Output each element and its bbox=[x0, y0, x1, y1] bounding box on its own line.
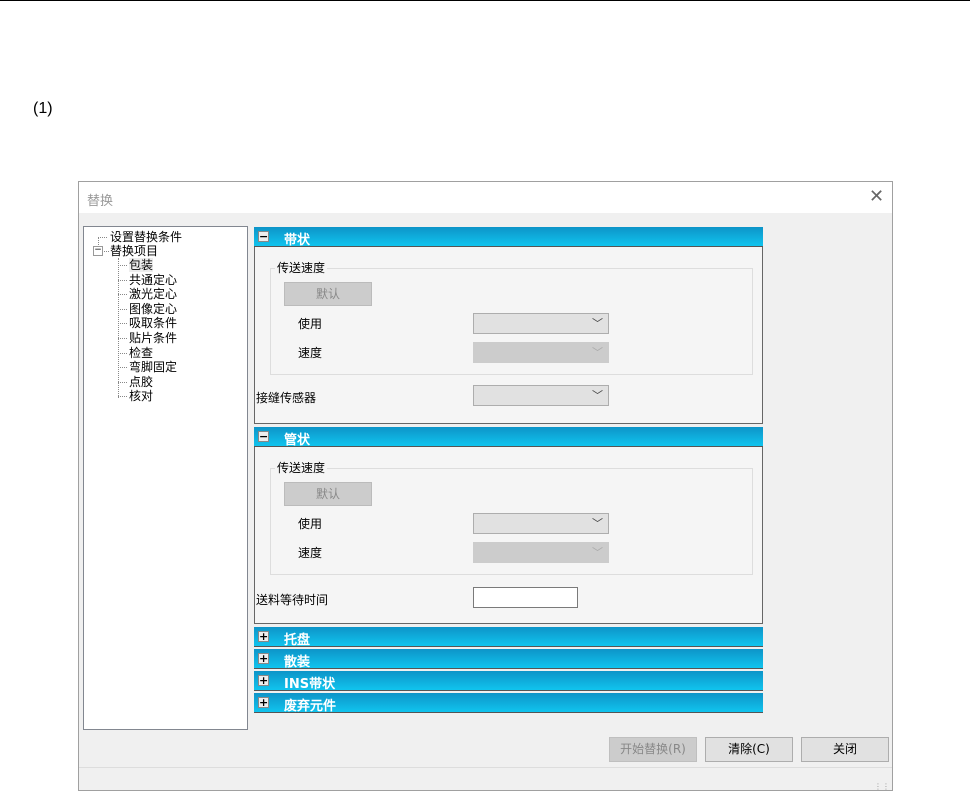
top-rule bbox=[0, 0, 970, 1]
speed-combo[interactable]: ﹀ bbox=[473, 342, 609, 363]
tree-item[interactable]: 吸取条件 bbox=[129, 316, 177, 330]
tree-item[interactable]: 贴片条件 bbox=[129, 331, 177, 345]
tree-item[interactable]: 激光定心 bbox=[129, 287, 177, 301]
chevron-down-icon: ﹀ bbox=[592, 517, 603, 530]
close-icon[interactable]: ✕ bbox=[869, 186, 884, 207]
section-body-0: 传送速度 默认 使用 ﹀ 速度 ﹀ 接缝传感器 ﹀ bbox=[254, 247, 763, 424]
section-header-3[interactable]: + 散装 bbox=[254, 649, 763, 670]
section-header-0[interactable]: − 带状 bbox=[254, 227, 763, 248]
tree-line bbox=[118, 367, 127, 369]
collapse-icon[interactable]: − bbox=[258, 431, 269, 442]
tree-view[interactable]: 设置替换条件 − 替换项目 包装 共通定心 激光定心 图像定心 吸取条件 贴片条… bbox=[83, 226, 248, 730]
section-header-2[interactable]: + 托盘 bbox=[254, 627, 763, 648]
splice-sensor-combo[interactable]: ﹀ bbox=[473, 385, 609, 406]
use-label: 使用 bbox=[298, 317, 323, 331]
chevron-down-icon: ﹀ bbox=[592, 389, 603, 402]
tree-item[interactable]: 图像定心 bbox=[129, 302, 177, 316]
tree-item-set-conditions[interactable]: 设置替换条件 bbox=[110, 230, 182, 244]
start-replace-button[interactable]: 开始替换(R) bbox=[609, 737, 697, 762]
section-body-1: 传送速度 默认 使用 ﹀ 速度 ﹀ 送料等待时间 bbox=[254, 447, 763, 624]
collapse-icon[interactable]: − bbox=[93, 246, 103, 256]
clear-button[interactable]: 清除(C) bbox=[705, 737, 793, 762]
use-label: 使用 bbox=[298, 517, 323, 531]
chevron-down-icon: ﹀ bbox=[592, 317, 603, 330]
replace-dialog: 替换 ✕ 设置替换条件 − 替换项目 包装 共通定心 激光定心 图像定心 吸取条… bbox=[78, 181, 893, 791]
tree-item[interactable]: 共通定心 bbox=[129, 273, 177, 287]
section-title: 废弃元件 bbox=[284, 699, 337, 714]
tree-line bbox=[118, 323, 127, 325]
default-button[interactable]: 默认 bbox=[284, 482, 372, 506]
tree-line bbox=[118, 396, 127, 398]
default-button[interactable]: 默认 bbox=[284, 282, 372, 306]
tree-line bbox=[118, 338, 127, 339]
dialog-title: 替换 bbox=[87, 194, 114, 209]
section-title: 散装 bbox=[284, 655, 311, 670]
chevron-down-icon: ﹀ bbox=[592, 546, 603, 559]
speed-combo[interactable]: ﹀ bbox=[473, 542, 609, 563]
tree-item[interactable]: 检查 bbox=[129, 346, 153, 360]
tree-line bbox=[118, 381, 127, 383]
expand-icon[interactable]: + bbox=[258, 653, 269, 664]
group-label: 传送速度 bbox=[275, 459, 328, 476]
collapse-icon[interactable]: − bbox=[258, 231, 269, 242]
speed-label: 速度 bbox=[298, 346, 323, 360]
tree-item[interactable]: 核对 bbox=[129, 389, 153, 403]
extra-label: 接缝传感器 bbox=[256, 391, 317, 405]
tree-line bbox=[118, 308, 127, 310]
group-label: 传送速度 bbox=[275, 259, 328, 276]
chevron-down-icon: ﹀ bbox=[592, 346, 603, 359]
section-title: 托盘 bbox=[284, 633, 311, 648]
tree-item[interactable]: 弯脚固定 bbox=[129, 360, 177, 374]
figure-label: (1) bbox=[33, 100, 53, 117]
tree-line bbox=[98, 237, 107, 238]
feed-wait-time-input[interactable] bbox=[473, 587, 578, 608]
expand-icon[interactable]: + bbox=[258, 675, 269, 686]
section-header-5[interactable]: + 废弃元件 bbox=[254, 693, 763, 714]
close-button[interactable]: 关闭 bbox=[801, 737, 889, 762]
tree-line bbox=[118, 352, 127, 354]
title-bar: 替换 ✕ bbox=[79, 182, 892, 213]
section-title: 带状 bbox=[284, 233, 311, 248]
status-bar: ⋮⋮ bbox=[79, 767, 892, 791]
tree-line bbox=[118, 265, 127, 266]
expand-icon[interactable]: + bbox=[258, 697, 269, 708]
section-title: INS带状 bbox=[284, 677, 336, 692]
expand-icon[interactable]: + bbox=[258, 631, 269, 642]
resize-grip-icon[interactable]: ⋮⋮ bbox=[874, 783, 890, 791]
tree-item[interactable]: 点胶 bbox=[129, 375, 153, 389]
speed-label: 速度 bbox=[298, 546, 323, 560]
tree-line bbox=[118, 294, 127, 296]
tree-item-replace-items[interactable]: 替换项目 bbox=[110, 244, 158, 258]
section-header-1[interactable]: − 管状 bbox=[254, 427, 763, 448]
tree-line bbox=[118, 279, 127, 281]
use-combo[interactable]: ﹀ bbox=[473, 513, 609, 534]
use-combo[interactable]: ﹀ bbox=[473, 313, 609, 334]
extra-label: 送料等待时间 bbox=[256, 593, 329, 607]
tree-line bbox=[104, 251, 109, 252]
section-title: 管状 bbox=[284, 433, 311, 448]
tree-item[interactable]: 包装 bbox=[129, 258, 154, 272]
section-header-4[interactable]: + INS带状 bbox=[254, 671, 763, 692]
